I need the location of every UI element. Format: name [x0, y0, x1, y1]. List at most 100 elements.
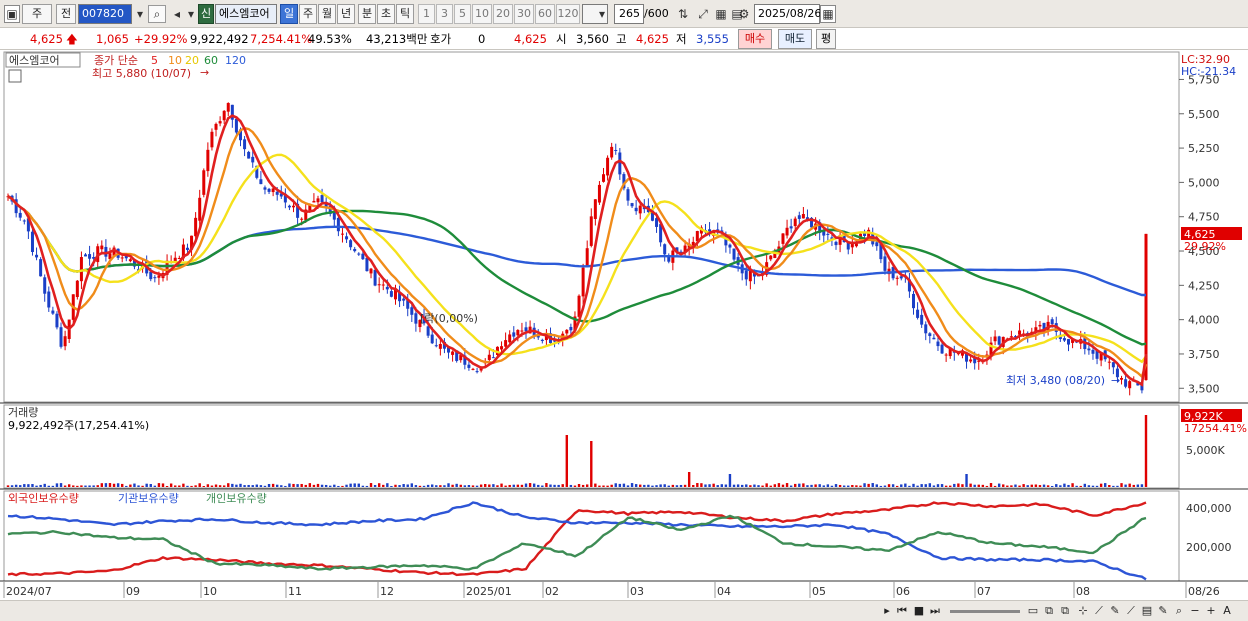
volume-bar — [1038, 485, 1042, 487]
draw-icon[interactable]: ✎ — [1108, 604, 1122, 618]
tab-period-week[interactable]: 주 — [299, 4, 317, 24]
candle-body — [1124, 379, 1128, 387]
window-icon[interactable]: ⧉ — [1042, 604, 1056, 618]
volume-bar — [961, 484, 964, 487]
draw-icon[interactable]: ✎ — [1156, 604, 1170, 618]
grid-icon[interactable]: ▦ — [714, 5, 728, 23]
volume-bar — [928, 483, 932, 487]
candle-body — [88, 254, 92, 259]
volume-bar — [6, 485, 10, 487]
prev-button[interactable]: 전 — [56, 4, 76, 24]
tab-period-day[interactable]: 일 — [280, 4, 298, 24]
interval-30[interactable]: 30 — [514, 4, 534, 24]
volume-bar — [973, 484, 976, 487]
interval-5[interactable]: 5 — [454, 4, 471, 24]
time-tick-label: 2025/01 — [466, 585, 512, 598]
chevron-down-icon[interactable]: ▾ — [596, 5, 608, 23]
stop-icon[interactable]: ■ — [912, 604, 926, 618]
tab-period-tick[interactable]: 틱 — [396, 4, 414, 24]
tab-period-minute[interactable]: 분 — [358, 4, 376, 24]
line-tool-icon[interactable]: ⟋ — [1124, 604, 1138, 618]
tab-period-second[interactable]: 초 — [377, 4, 395, 24]
count-input[interactable]: 265 — [614, 4, 644, 24]
candle-body — [520, 330, 524, 332]
interval-1[interactable]: 1 — [418, 4, 435, 24]
volume-bar — [35, 485, 38, 487]
legend-stock-name: 에스엠코어 — [9, 54, 60, 67]
window-icon[interactable]: ▣ — [4, 5, 20, 23]
layout-icon[interactable]: ▭ — [1026, 604, 1040, 618]
volume-bar — [577, 483, 581, 487]
candle-body — [1050, 319, 1054, 325]
price-tick-label: 4,750 — [1188, 211, 1220, 224]
candle-body — [267, 188, 271, 192]
volume-bar — [121, 483, 124, 487]
interval-120[interactable]: 120 — [556, 4, 580, 24]
volume-bar — [1144, 415, 1148, 487]
buy-button[interactable]: 매수 — [738, 29, 772, 49]
candle-body — [381, 284, 385, 286]
date-input[interactable]: 2025/08/26 — [754, 4, 821, 24]
high-price: 4,625 — [636, 32, 669, 46]
interval-3[interactable]: 3 — [436, 4, 453, 24]
zoom-in-icon[interactable]: + — [1204, 604, 1218, 618]
interval-10[interactable]: 10 — [472, 4, 492, 24]
volume-bar — [997, 483, 1001, 487]
volume-bar — [169, 483, 173, 487]
candle-body — [120, 257, 124, 259]
chart-icon[interactable]: ⇅ — [674, 5, 692, 23]
line-tool-icon[interactable]: ⟋ — [1092, 604, 1106, 618]
draw-icon[interactable]: ⤢ — [694, 5, 712, 23]
code-input[interactable]: 007820 — [78, 4, 132, 24]
search-icon[interactable]: ⌕ — [148, 5, 166, 23]
scroll-right-icon[interactable]: ▸ — [880, 604, 894, 618]
chart-icon[interactable]: ▤ — [1140, 604, 1154, 618]
window-icon[interactable]: ⧉ — [1058, 604, 1072, 618]
calendar-icon[interactable]: ▦ — [820, 5, 836, 23]
volume-bar — [271, 483, 275, 487]
volume-bar — [459, 484, 462, 487]
zoom-slider[interactable] — [950, 610, 1020, 613]
candle-body — [214, 123, 218, 130]
tab-period-year[interactable]: 년 — [337, 4, 355, 24]
candle-body — [932, 337, 936, 340]
volume-bar — [59, 483, 63, 487]
search-icon[interactable]: ⌕ — [1172, 604, 1186, 618]
candle-body — [834, 241, 838, 246]
legend-foreign: 외국인보유수량 — [8, 492, 79, 505]
zoom-out-icon[interactable]: − — [1188, 604, 1202, 618]
fast-forward-icon[interactable]: ⏭ — [928, 604, 942, 618]
tab-period-month[interactable]: 월 — [318, 4, 336, 24]
candle-body — [287, 205, 291, 208]
text-icon[interactable]: A — [1220, 604, 1234, 618]
quote-bar: 4,625 🡅 1,065 +29.92% 9,922,492 7,254.41… — [0, 28, 1248, 50]
volume-tick: 5,000K — [1186, 444, 1225, 457]
volume-bar — [337, 485, 340, 487]
price-tick-label: 4,250 — [1188, 279, 1220, 292]
speaker-icon[interactable]: ◂ — [168, 5, 186, 23]
table-icon[interactable] — [8, 69, 22, 83]
holding-tick-400k: 400,000 — [1186, 502, 1232, 515]
sell-button[interactable]: 매도 — [778, 29, 812, 49]
interval-20[interactable]: 20 — [493, 4, 513, 24]
volume-bar — [1067, 484, 1070, 487]
period-type-select[interactable]: 주 — [22, 4, 52, 24]
interval-60[interactable]: 60 — [535, 4, 555, 24]
avg-button[interactable]: 평 — [816, 29, 836, 49]
crosshair-icon[interactable]: ⊹ — [1076, 604, 1090, 618]
candle-body — [585, 248, 589, 267]
candle-body — [300, 218, 304, 220]
rewind-icon[interactable]: ⏮ — [895, 604, 909, 618]
volume-title: 거래량 — [8, 406, 38, 419]
chart-area[interactable]: 에스엠코어 종가 단순 5 10 20 60 120 최고 5,880 (10/… — [0, 50, 1248, 600]
volume-bar — [855, 485, 858, 487]
chevron-down-icon[interactable]: ▾ — [186, 5, 196, 23]
volume-bar — [1099, 483, 1103, 487]
price-tick-label: 3,750 — [1188, 348, 1220, 361]
volume-bar — [357, 483, 360, 487]
volume-bar — [296, 484, 299, 487]
volume-bar — [606, 485, 609, 487]
chevron-down-icon[interactable]: ▾ — [133, 5, 147, 23]
gear-icon[interactable]: ⚙ — [736, 5, 752, 23]
volume-bar — [1132, 484, 1135, 487]
